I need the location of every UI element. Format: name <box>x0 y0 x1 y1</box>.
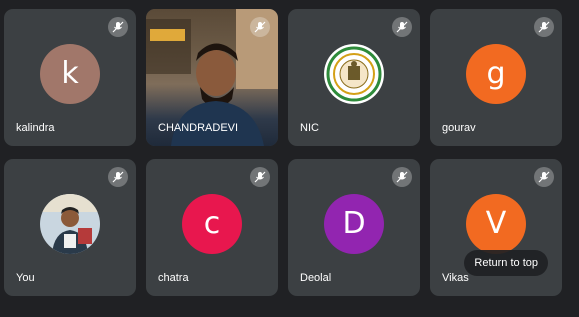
participant-tile[interactable]: You <box>4 159 136 296</box>
participant-tile[interactable]: D Deolal <box>288 159 420 296</box>
participant-name: chatra <box>158 272 189 284</box>
participant-name: Deolal <box>300 272 332 284</box>
return-to-top-button[interactable]: Return to top <box>464 250 548 276</box>
mic-off-icon <box>108 17 128 37</box>
participant-tile[interactable]: c chatra <box>146 159 278 296</box>
participant-tile[interactable]: NIC <box>288 9 420 146</box>
mic-off-icon <box>534 17 554 37</box>
participant-avatar: g <box>466 43 526 104</box>
participant-avatar: D <box>324 193 384 254</box>
participant-grid: k kalindra CHANDRADEVI NIC g gourav You … <box>0 0 579 317</box>
participant-avatar: k <box>40 43 100 104</box>
mic-off-icon <box>534 167 554 187</box>
participant-name: kalindra <box>16 122 55 134</box>
mic-off-icon <box>250 17 270 37</box>
participant-name: You <box>16 272 35 284</box>
mic-off-icon <box>108 167 128 187</box>
participant-photo-avatar <box>40 193 100 254</box>
participant-avatar: V <box>466 193 526 254</box>
participant-name: CHANDRADEVI <box>158 122 239 134</box>
nic-logo-avatar <box>324 43 384 104</box>
participant-avatar: c <box>182 193 242 254</box>
participant-name: Vikas <box>442 272 469 284</box>
participant-tile[interactable]: k kalindra <box>4 9 136 146</box>
mic-off-icon <box>392 17 412 37</box>
participant-tile[interactable]: g gourav <box>430 9 562 146</box>
mic-off-icon <box>250 167 270 187</box>
mic-off-icon <box>392 167 412 187</box>
participant-tile[interactable]: V Vikas Return to top <box>430 159 562 296</box>
participant-name: NIC <box>300 122 319 134</box>
participant-name: gourav <box>442 122 476 134</box>
participant-tile[interactable]: CHANDRADEVI <box>146 9 278 146</box>
